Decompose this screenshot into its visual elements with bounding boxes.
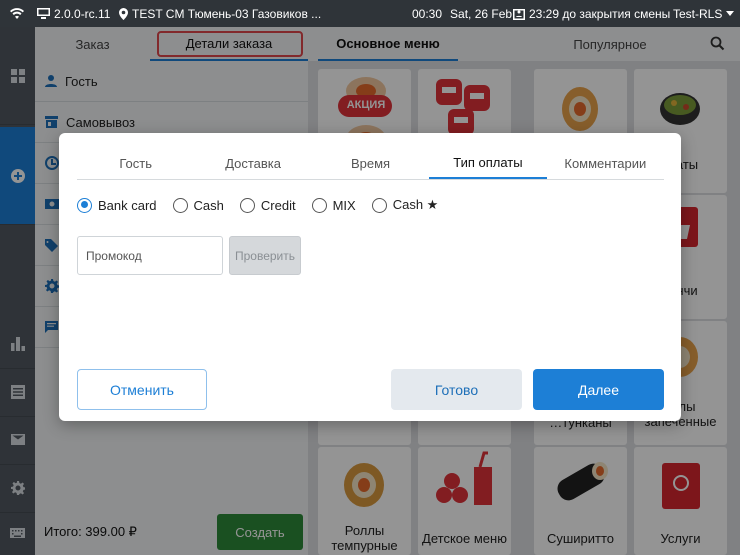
version-info: 2.0.0-rc.11 <box>37 0 110 27</box>
location-pin-icon <box>119 7 128 20</box>
shift-info: 23:29 до закрытия смены <box>513 0 670 27</box>
radio-cash-star[interactable]: Cash ★ <box>371 197 439 213</box>
tab-payment-type[interactable]: Тип оплаты <box>429 147 547 179</box>
radio-label: Cash ★ <box>392 197 439 212</box>
chevron-down-icon <box>726 11 735 16</box>
tab-guest[interactable]: Гость <box>77 147 194 179</box>
next-button[interactable]: Далее <box>533 369 664 410</box>
radio-cash[interactable]: Cash <box>172 197 224 213</box>
promo-code-input[interactable]: Промокод <box>77 236 223 275</box>
dialog-tabs: Гость Доставка Время Тип оплаты Коммента… <box>77 147 664 180</box>
wifi-icon <box>10 0 24 27</box>
location-info: TEST CM Тюмень-03 Газовиков ... <box>119 0 321 27</box>
clock: 00:30 Sat, 26 Feb <box>412 0 512 27</box>
profile-text: Test-RLS <box>673 6 723 21</box>
cancel-button[interactable]: Отменить <box>77 369 207 410</box>
version-text: 2.0.0-rc.11 <box>54 6 111 21</box>
radio-credit[interactable]: Credit <box>239 197 296 213</box>
time-text: 00:30 <box>412 6 443 21</box>
badge-icon <box>513 8 525 20</box>
location-text: TEST CM Тюмень-03 Газовиков ... <box>132 6 322 21</box>
done-button[interactable]: Готово <box>391 369 522 410</box>
tab-time[interactable]: Время <box>312 147 429 179</box>
tab-delivery[interactable]: Доставка <box>194 147 311 179</box>
order-details-dialog: Гость Доставка Время Тип оплаты Коммента… <box>59 133 681 421</box>
radio-bank-card[interactable]: Bank card <box>77 197 157 213</box>
radio-label: Bank card <box>98 197 157 213</box>
radio-mix[interactable]: MIX <box>311 197 356 213</box>
radio-label: Credit <box>260 197 296 213</box>
check-promo-button[interactable]: Проверить <box>229 236 301 275</box>
radio-label: MIX <box>332 197 356 213</box>
monitor-icon <box>37 8 50 19</box>
profile-menu[interactable]: Test-RLS <box>673 0 735 27</box>
status-bar: 2.0.0-rc.11 TEST CM Тюмень-03 Газовиков … <box>0 0 740 27</box>
payment-options: Bank card Cash Credit MIX Cash ★ <box>77 196 454 214</box>
shift-text: 23:29 до закрытия смены <box>529 6 671 21</box>
date-text: Sat, 26 Feb <box>450 6 513 21</box>
radio-label: Cash <box>193 197 224 213</box>
tab-comments[interactable]: Комментарии <box>547 147 664 179</box>
